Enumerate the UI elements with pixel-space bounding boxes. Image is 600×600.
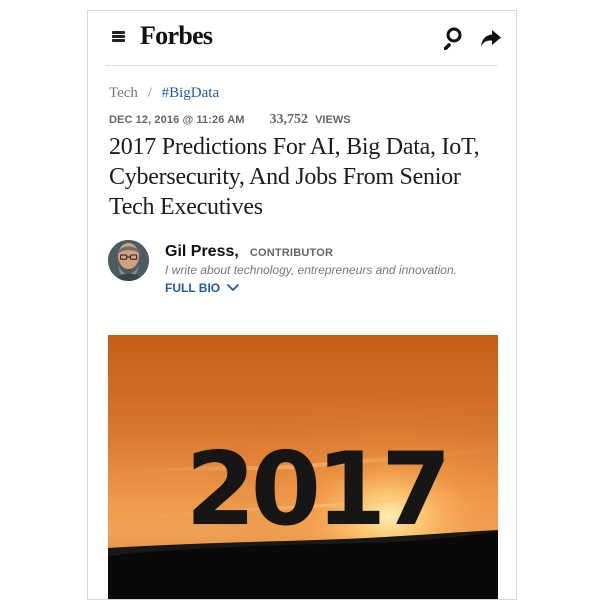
breadcrumb: Tech / #BigData <box>109 83 219 103</box>
article-card: Forbes Tech / #BigData DEC 12, 2016 @ 11… <box>87 10 517 600</box>
author-role: CONTRIBUTOR <box>249 247 334 259</box>
breadcrumb-tech[interactable]: Tech <box>109 85 138 101</box>
menu-line-middle <box>112 35 125 38</box>
views-label: VIEWS <box>315 114 351 126</box>
author-block: Gil Press, CONTRIBUTOR I write about tec… <box>108 240 498 298</box>
full-bio-link[interactable]: FULL BIO <box>165 280 240 296</box>
breadcrumb-big-data[interactable]: #BigData <box>162 85 220 101</box>
share-icon[interactable] <box>478 25 504 51</box>
menu-icon[interactable] <box>112 29 125 43</box>
breadcrumb-separator: / <box>147 85 152 101</box>
article-hero-image[interactable]: 2017 <box>108 335 498 599</box>
forbes-logo[interactable]: Forbes <box>140 22 213 50</box>
search-icon[interactable] <box>444 26 468 50</box>
chevron-down-icon <box>227 284 240 291</box>
author-bio: I write about technology, entrepreneurs … <box>165 263 457 277</box>
full-bio-label: FULL BIO <box>165 281 221 295</box>
top-navigation: Forbes <box>88 11 516 65</box>
publish-date: DEC 12, 2016 @ 11:26 AM <box>109 114 245 126</box>
menu-line-top <box>112 31 125 34</box>
author-avatar-icon <box>108 240 149 281</box>
author-avatar[interactable] <box>108 240 149 281</box>
year-2017-text: 2017 <box>185 430 451 548</box>
author-name[interactable]: Gil Press, <box>165 243 239 260</box>
article-meta: DEC 12, 2016 @ 11:26 AM 33,752 VIEWS <box>109 110 351 127</box>
article-headline: 2017 Predictions For AI, Big Data, IoT, … <box>109 134 480 220</box>
header-divider <box>106 65 498 66</box>
views-count-group: 33,752 VIEWS <box>269 112 351 127</box>
menu-line-bottom <box>112 39 125 42</box>
author-name-row: Gil Press, CONTRIBUTOR <box>165 242 333 262</box>
views-count: 33,752 <box>269 112 309 127</box>
